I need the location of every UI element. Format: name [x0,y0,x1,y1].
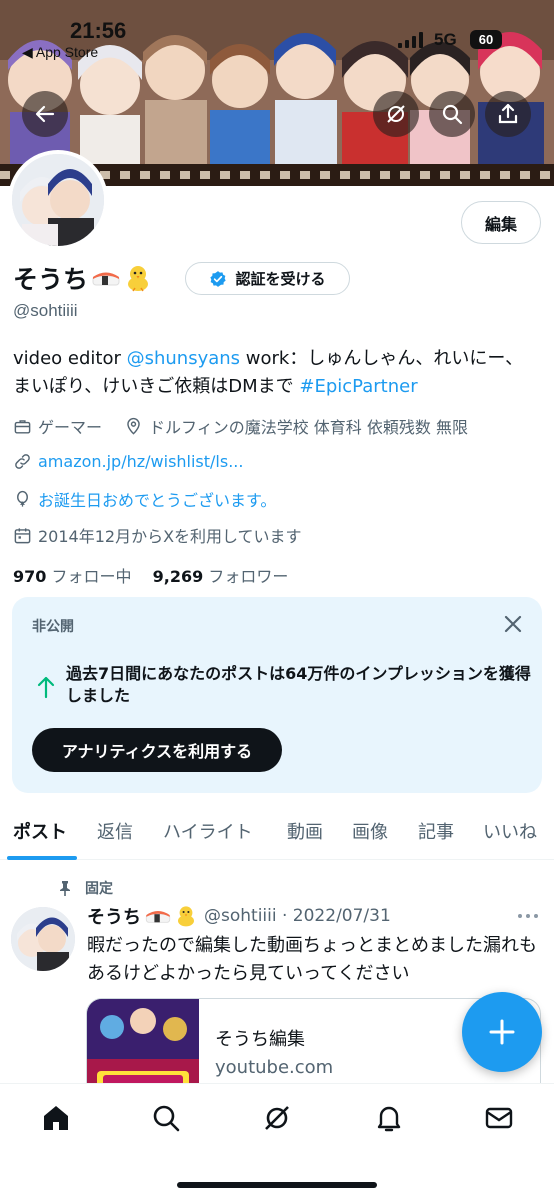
arrow-up-icon [37,676,55,699]
private-analytics-card: 非公開 過去7日間にあなたのポストは64万件のインプレッションを獲得しました ア… [12,597,542,793]
bio-mention-link[interactable]: @shunsyans [127,348,240,369]
profile-category: ゲーマー [13,414,102,438]
profile-joined-row: 2014年12月からXを利用しています [13,523,302,547]
birthday-message: お誕生日おめでとうございます。 [38,491,277,510]
tab-replies[interactable]: 返信 [97,818,133,844]
bottom-navigation [0,1083,554,1200]
status-time: 21:56 [70,18,127,43]
tab-likes[interactable]: いいね [483,818,537,844]
sushi-emoji-icon [145,911,171,923]
following-label: フォロー中 [51,567,132,586]
link-icon [15,454,30,469]
link-title: そうち編集 [215,1029,305,1050]
pinned-label: 固定 [85,881,113,897]
post-header: そうち @sohtiiii · 2022/07/31 [87,903,391,929]
display-name: そうち [13,265,89,294]
private-label: 非公開 [32,619,74,635]
tab-articles[interactable]: 記事 [418,818,454,844]
compose-plus-icon [489,1019,515,1045]
post-text: 暇だったので編集した動画ちょっとまとめました漏れもあるけどよかったら見ていってく… [87,935,537,984]
bio-hashtag-link[interactable]: #EpicPartner [299,376,417,397]
grok-icon[interactable] [261,1102,293,1134]
back-button[interactable] [22,91,68,137]
post-author-name[interactable]: そうち [87,903,141,929]
share-button[interactable] [485,91,531,137]
share-icon [498,103,518,124]
verified-badge-icon [210,270,227,287]
pinned-indicator: 固定 [57,878,113,898]
home-indicator [177,1182,377,1188]
notifications-bell-icon[interactable] [373,1102,405,1134]
display-name-row: そうち [13,258,153,298]
following-link[interactable]: 970 フォロー中 [13,567,132,586]
active-tab-indicator [7,856,77,860]
chick-emoji-icon [128,266,149,292]
following-count: 970 [13,567,47,586]
category-label: ゲーマー [38,418,103,437]
signal-icon [398,32,423,48]
use-analytics-button[interactable]: アナリティクスを利用する [32,728,282,772]
avatar-image [12,154,104,246]
post-author-avatar[interactable] [11,907,75,971]
calendar-icon [14,527,31,543]
sushi-emoji-icon [92,272,120,286]
grok-icon [387,105,405,123]
tab-posts[interactable]: ポスト [13,818,67,844]
profile-tabs: ポスト 返信 ハイライト 動画 画像 記事 いいね [0,806,554,860]
bio-text: video editor [13,348,127,369]
search-profile-button[interactable] [429,91,475,137]
battery-indicator: 60 [470,30,502,49]
profile-avatar[interactable] [8,150,108,250]
profile-location: ドルフィンの魔法学校 体育科 依頼残数 無限 [124,414,468,438]
get-verified-label: 認証を受ける [235,270,326,288]
joined-date: 2014年12月からXを利用しています [38,527,302,546]
profile-birthday-row: お誕生日おめでとうございます。 [13,487,276,511]
location-pin-icon [127,417,140,435]
status-bar: 21:56 ◀ App Store 5G 60 [0,0,554,62]
tab-videos[interactable]: 動画 [287,818,323,844]
followers-link[interactable]: 9,269 フォロワー [153,567,289,586]
tab-highlights[interactable]: ハイライト [163,818,253,844]
follow-counts: 970 フォロー中 9,269 フォロワー [13,563,288,587]
followers-label: フォロワー [208,567,289,586]
close-icon[interactable] [502,613,524,635]
link-domain: youtube.com [215,1057,334,1078]
impressions-message: 過去7日間にあなたのポストは64万件のインプレッションを獲得しました [66,664,531,705]
location-label: ドルフィンの魔法学校 体育科 依頼残数 無限 [149,418,468,437]
get-verified-button[interactable]: 認証を受ける [185,262,350,295]
compose-post-button[interactable] [462,992,542,1072]
back-arrow-icon [35,105,55,123]
post-handle-date: @sohtiiii · 2022/07/31 [204,906,391,926]
profile-handle: @sohtiiii [13,301,78,320]
search-icon [442,104,463,125]
balloon-icon [17,490,28,507]
network-type: 5G [434,30,457,49]
messages-envelope-icon[interactable] [483,1102,515,1134]
more-icon[interactable] [516,908,540,924]
pin-icon [60,881,70,896]
search-icon[interactable] [150,1102,182,1134]
profile-meta-row: ゲーマー ドルフィンの魔法学校 体育科 依頼残数 無限 [13,414,468,438]
briefcase-icon [14,419,31,434]
profile-bio: video editor @shunsyans work：しゅんしゃん、れいにー… [13,345,545,401]
profile-website-row: amazon.jp/hz/wishlist/ls... [13,452,243,471]
edit-profile-button[interactable]: 編集 [461,201,541,244]
grok-button[interactable] [373,91,419,137]
tab-media[interactable]: 画像 [352,818,388,844]
website-link[interactable]: amazon.jp/hz/wishlist/ls... [38,452,243,471]
followers-count: 9,269 [152,567,204,586]
home-icon[interactable] [40,1102,72,1134]
back-to-app-store[interactable]: ◀ App Store [22,44,98,61]
chick-emoji-icon [178,906,194,927]
